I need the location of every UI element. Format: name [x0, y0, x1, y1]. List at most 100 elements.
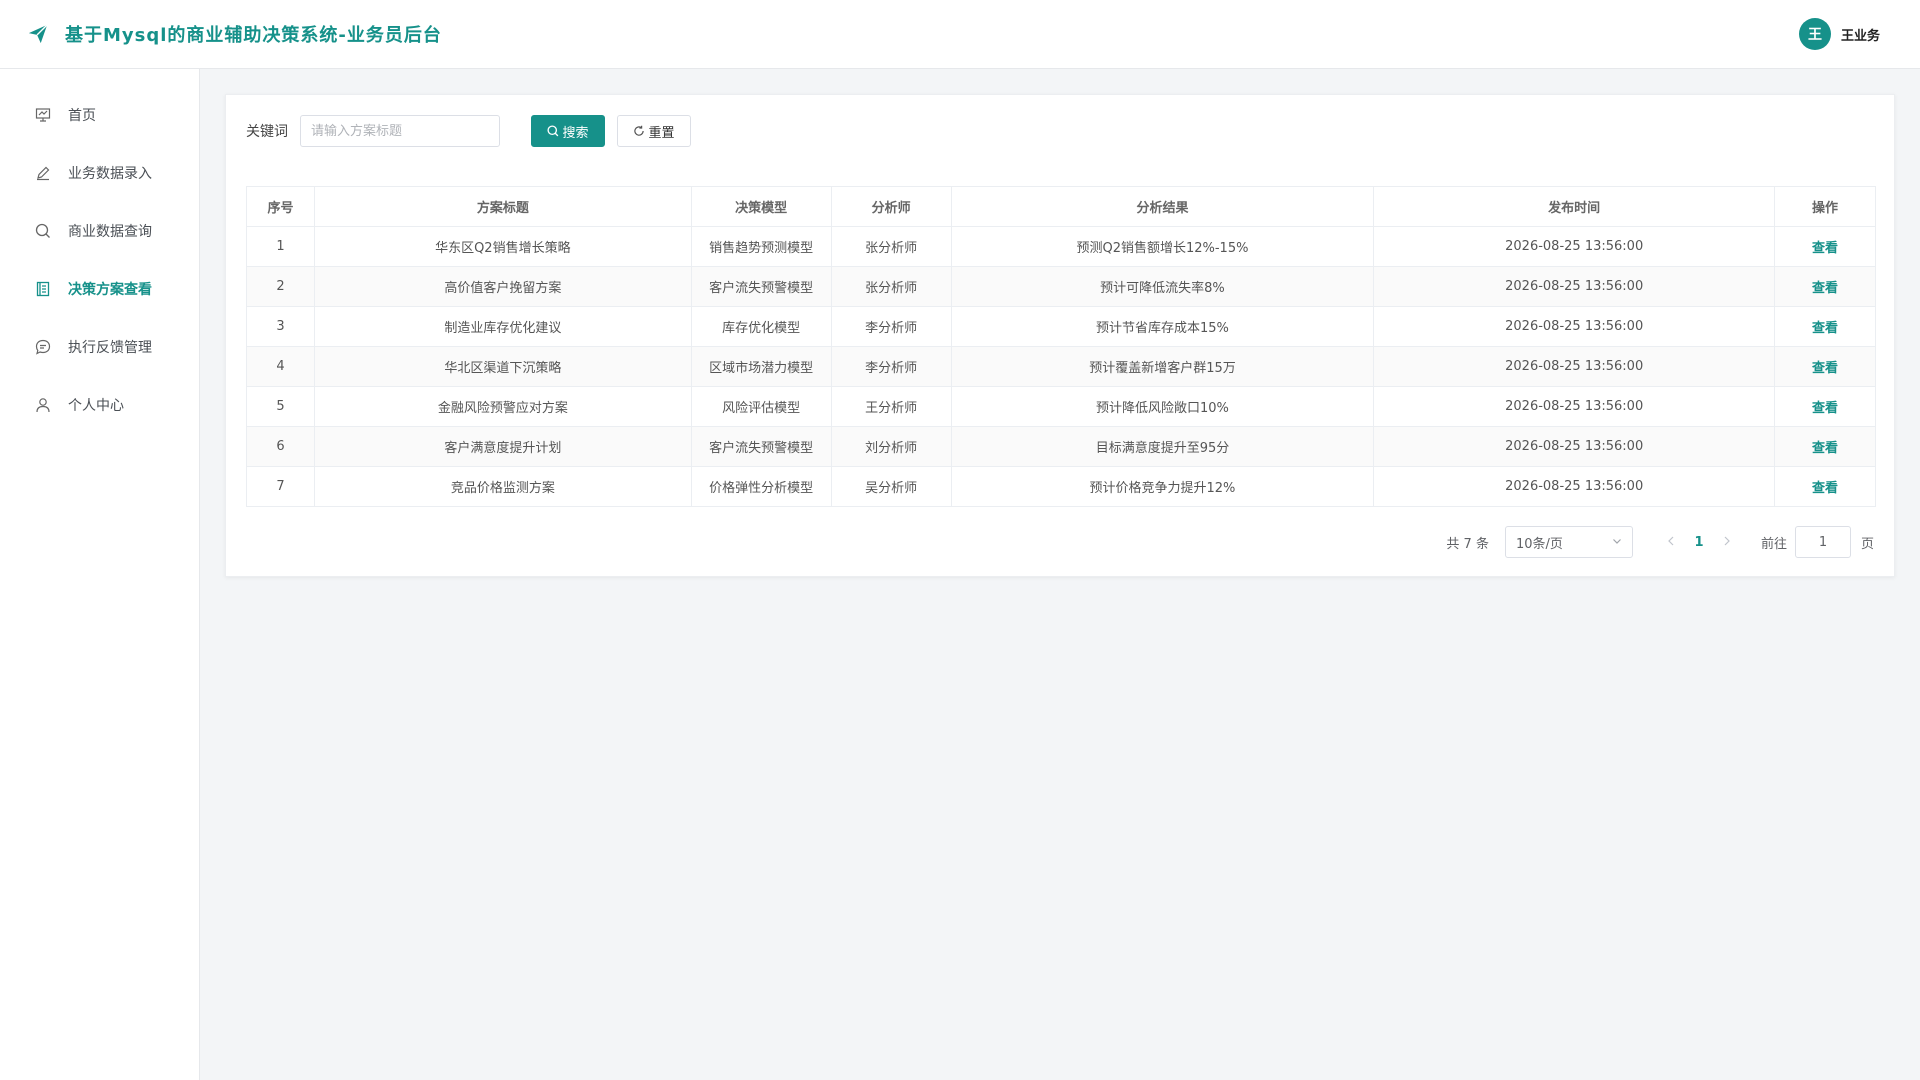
- table-header-row: 序号 方案标题 决策模型 分析师 分析结果 发布时间 操作: [246, 186, 1876, 227]
- cell-model: 销售趋势预测模型: [690, 226, 832, 267]
- sidebar-item-label: 执行反馈管理: [68, 340, 152, 356]
- username[interactable]: 王业务: [1841, 25, 1880, 44]
- sidebar-item-feedback[interactable]: 执行反馈管理: [0, 318, 199, 376]
- view-link[interactable]: 查看: [1812, 281, 1838, 296]
- cell-time: 2026-08-25 13:56:00: [1373, 346, 1776, 387]
- user-menu[interactable]: 王 王业务: [1798, 18, 1880, 50]
- column-header: 发布时间: [1373, 186, 1776, 227]
- cell-title: 制造业库存优化建议: [313, 306, 692, 347]
- reset-button[interactable]: 重置: [617, 115, 691, 147]
- plan-table: 序号 方案标题 决策模型 分析师 分析结果 发布时间 操作 1 华东区Q2销售增…: [246, 186, 1876, 507]
- cell-analyst: 王分析师: [830, 386, 952, 427]
- page-size-value: 10条/页: [1515, 536, 1563, 552]
- page-size-select[interactable]: 10条/页: [1504, 526, 1633, 558]
- keyword-input[interactable]: [300, 115, 500, 147]
- table-row: 7 竞品价格监测方案 价格弹性分析模型 吴分析师 预计价格竞争力提升12% 20…: [246, 466, 1876, 507]
- cell-result: 预测Q2销售额增长12%-15%: [950, 226, 1375, 267]
- cell-action: 查看: [1774, 226, 1876, 267]
- goto-page-input[interactable]: [1794, 526, 1851, 558]
- table-row: 6 客户满意度提升计划 客户流失预警模型 刘分析师 目标满意度提升至95分 20…: [246, 426, 1876, 467]
- cell-result: 预计节省库存成本15%: [950, 306, 1375, 347]
- goto-label: 前往: [1760, 536, 1787, 552]
- cell-result: 预计价格竞争力提升12%: [950, 466, 1375, 507]
- user-icon: [34, 396, 52, 414]
- cell-no: 6: [246, 426, 315, 467]
- column-header: 分析结果: [950, 186, 1375, 227]
- paper-plane-icon: [27, 23, 49, 45]
- cell-model: 风险评估模型: [690, 386, 832, 427]
- column-header: 序号: [246, 186, 315, 227]
- cell-model: 客户流失预警模型: [690, 426, 832, 467]
- cell-no: 2: [246, 266, 315, 307]
- cell-result: 预计可降低流失率8%: [950, 266, 1375, 307]
- cell-title: 客户满意度提升计划: [313, 426, 692, 467]
- cell-time: 2026-08-25 13:56:00: [1373, 226, 1776, 267]
- column-header: 操作: [1774, 186, 1876, 227]
- cell-title: 金融风险预警应对方案: [313, 386, 692, 427]
- presentation-icon: [34, 106, 52, 124]
- sidebar-item-profile[interactable]: 个人中心: [0, 376, 199, 434]
- cell-title: 高价值客户挽留方案: [313, 266, 692, 307]
- sidebar-item-home[interactable]: 首页: [0, 86, 199, 144]
- keyword-label: 关键词: [246, 124, 288, 140]
- cell-time: 2026-08-25 13:56:00: [1373, 266, 1776, 307]
- cell-no: 5: [246, 386, 315, 427]
- goto-suffix: 页: [1860, 536, 1874, 552]
- table-row: 5 金融风险预警应对方案 风险评估模型 王分析师 预计降低风险敞口10% 202…: [246, 386, 1876, 427]
- column-header: 分析师: [830, 186, 952, 227]
- view-link[interactable]: 查看: [1812, 401, 1838, 416]
- cell-action: 查看: [1774, 266, 1876, 307]
- cell-analyst: 刘分析师: [830, 426, 952, 467]
- filter-bar: 关键词 搜索 重置: [246, 115, 691, 147]
- cell-model: 区域市场潜力模型: [690, 346, 832, 387]
- cell-result: 预计降低风险敞口10%: [950, 386, 1375, 427]
- cell-action: 查看: [1774, 386, 1876, 427]
- next-page-button[interactable]: [1715, 535, 1739, 550]
- sidebar-item-decision-plans[interactable]: 决策方案查看: [0, 260, 199, 318]
- column-header: 决策模型: [690, 186, 832, 227]
- cell-time: 2026-08-25 13:56:00: [1373, 386, 1776, 427]
- view-link[interactable]: 查看: [1812, 361, 1838, 376]
- cell-action: 查看: [1774, 466, 1876, 507]
- view-link[interactable]: 查看: [1812, 441, 1838, 456]
- table-row: 3 制造业库存优化建议 库存优化模型 李分析师 预计节省库存成本15% 2026…: [246, 306, 1876, 347]
- cell-analyst: 李分析师: [830, 346, 952, 387]
- edit-pen-icon: [34, 164, 52, 182]
- avatar[interactable]: 王: [1798, 18, 1831, 50]
- cell-action: 查看: [1774, 306, 1876, 347]
- cell-analyst: 李分析师: [830, 306, 952, 347]
- chevron-down-icon: [1612, 535, 1622, 550]
- view-link[interactable]: 查看: [1812, 321, 1838, 336]
- cell-no: 1: [246, 226, 315, 267]
- cell-no: 3: [246, 306, 315, 347]
- table-row: 2 高价值客户挽留方案 客户流失预警模型 张分析师 预计可降低流失率8% 202…: [246, 266, 1876, 307]
- app-title: 基于Mysql的商业辅助决策系统-业务员后台: [65, 25, 442, 46]
- sidebar-item-label: 个人中心: [68, 398, 124, 414]
- view-link[interactable]: 查看: [1812, 241, 1838, 256]
- cell-model: 库存优化模型: [690, 306, 832, 347]
- cell-title: 华北区渠道下沉策略: [313, 346, 692, 387]
- cell-result: 目标满意度提升至95分: [950, 426, 1375, 467]
- cell-result: 预计覆盖新增客户群15万: [950, 346, 1375, 387]
- cell-time: 2026-08-25 13:56:00: [1373, 306, 1776, 347]
- page-number[interactable]: 1: [1683, 535, 1715, 550]
- cell-no: 4: [246, 346, 315, 387]
- search-icon: [547, 125, 559, 137]
- cell-analyst: 张分析师: [830, 226, 952, 267]
- pagination: 共 7 条 10条/页 1 前往 页: [1446, 526, 1874, 558]
- search-button[interactable]: 搜索: [531, 115, 605, 147]
- search-button-label: 搜索: [562, 125, 589, 141]
- document-icon: [34, 280, 52, 298]
- sidebar-item-data-entry[interactable]: 业务数据录入: [0, 144, 199, 202]
- sidebar-item-label: 业务数据录入: [68, 166, 152, 182]
- chevron-left-icon: [1668, 536, 1674, 545]
- cell-title: 竞品价格监测方案: [313, 466, 692, 507]
- prev-page-button[interactable]: [1659, 535, 1683, 550]
- cell-no: 7: [246, 466, 315, 507]
- sidebar: 首页 业务数据录入 商业数据查询 决策方案查看 执行反馈管理 个人中心: [0, 69, 200, 1080]
- view-link[interactable]: 查看: [1812, 481, 1838, 496]
- cell-action: 查看: [1774, 346, 1876, 387]
- sidebar-item-data-query[interactable]: 商业数据查询: [0, 202, 199, 260]
- refresh-icon: [634, 125, 645, 136]
- plan-table-wrapper: 序号 方案标题 决策模型 分析师 分析结果 发布时间 操作 1 华东区Q2销售增…: [246, 186, 1876, 507]
